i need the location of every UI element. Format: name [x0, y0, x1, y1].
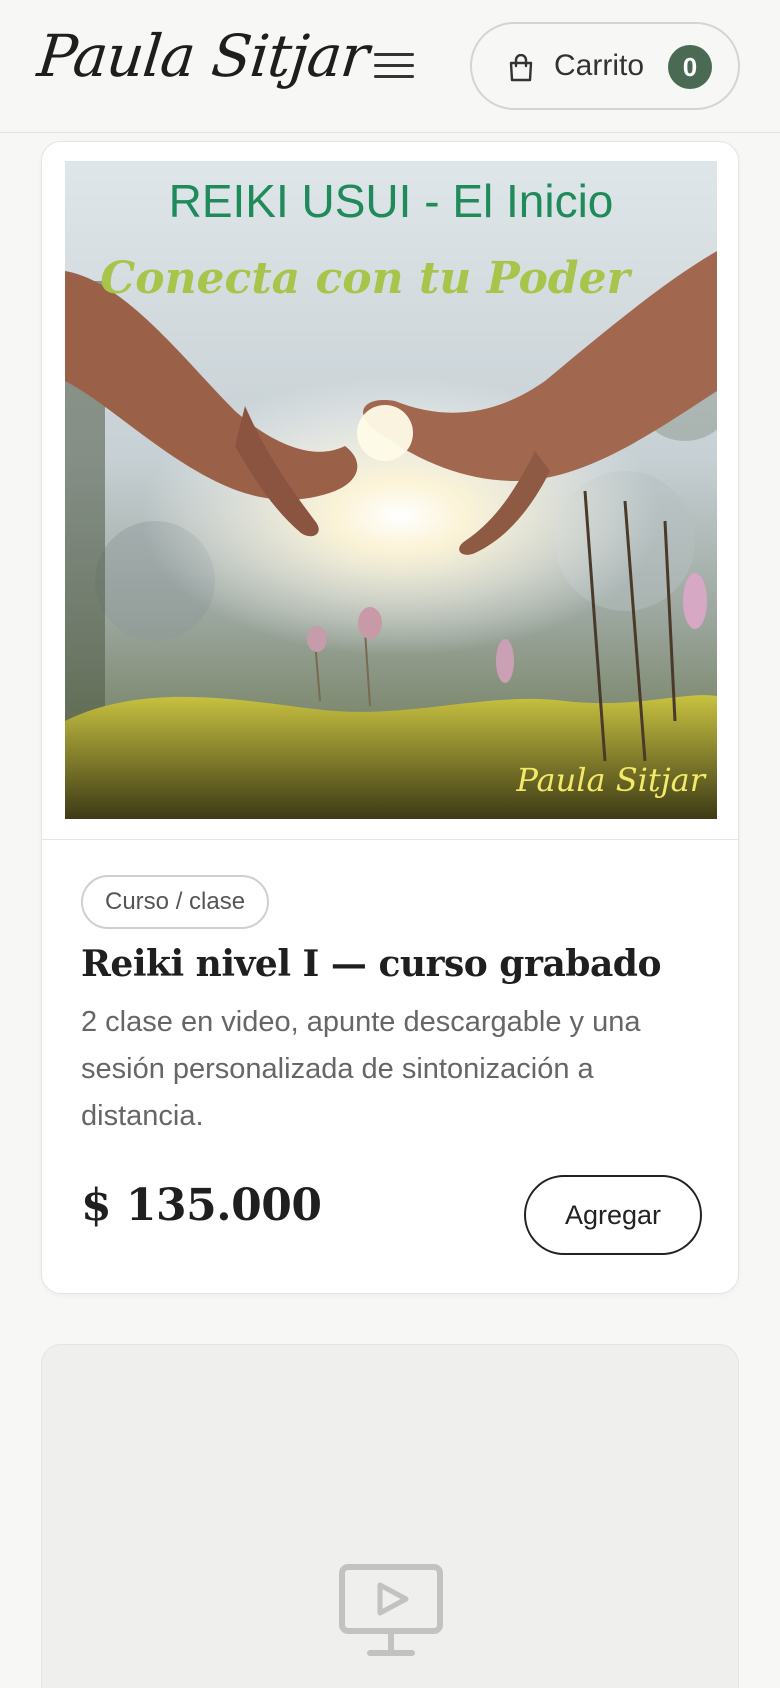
product-info: Curso / clase Reiki nivel I — curso grab…	[81, 875, 701, 1140]
product-image-frame: REIKI USUI - El Inicio Conecta con tu Po…	[42, 142, 738, 840]
product-price: $ 135.000	[81, 1180, 322, 1231]
cart-label: Carrito	[554, 49, 645, 82]
video-monitor-icon	[339, 1564, 443, 1656]
cart-button[interactable]: Carrito 0	[470, 22, 740, 110]
cart-count-badge: 0	[668, 45, 712, 89]
hamburger-menu-icon[interactable]	[370, 46, 418, 86]
product-title[interactable]: Reiki nivel I — curso grabado	[81, 943, 701, 985]
product-image[interactable]: REIKI USUI - El Inicio Conecta con tu Po…	[65, 161, 717, 819]
next-product-card[interactable]	[41, 1344, 739, 1688]
svg-text:REIKI USUI - El Inicio: REIKI USUI - El Inicio	[169, 175, 614, 227]
svg-text:Conecta con tu Poder: Conecta con tu Poder	[100, 253, 632, 304]
site-logo[interactable]: Paula Sitjar	[34, 22, 371, 90]
add-to-cart-button[interactable]: Agregar	[524, 1175, 702, 1255]
shopping-bag-icon	[509, 54, 533, 82]
product-description: 2 clase en video, apunte descargable y u…	[81, 1006, 641, 1132]
site-header: Paula Sitjar Carrito 0	[0, 0, 780, 133]
svg-text:Paula Sitjar: Paula Sitjar	[515, 761, 706, 799]
product-card: REIKI USUI - El Inicio Conecta con tu Po…	[41, 141, 739, 1294]
category-tag[interactable]: Curso / clase	[81, 875, 270, 929]
